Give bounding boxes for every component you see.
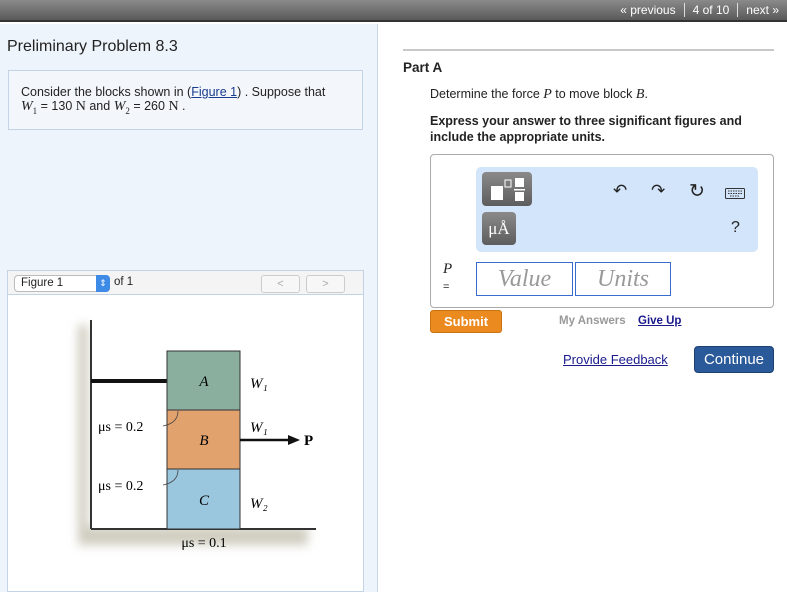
label-a: A xyxy=(198,374,209,390)
prev-figure-button[interactable]: < xyxy=(261,275,300,293)
next-link[interactable]: next » xyxy=(737,3,787,17)
problem-statement: Consider the blocks shown in (Figure 1) … xyxy=(8,70,363,130)
text: and xyxy=(85,99,114,113)
problem-nav: « previous 4 of 10 next » xyxy=(612,3,787,17)
math-toolbar: μÅ ↶ ↷ ↻ ? xyxy=(476,167,758,252)
fraction-template-icon xyxy=(491,178,525,201)
figure-panel: Figure 1 ⇕ of 1 < > A B C W₁ W₁ W₂ P μs =… xyxy=(7,270,364,592)
keyboard-icon[interactable] xyxy=(725,188,745,199)
w2-value: = 260 xyxy=(129,99,169,113)
label-p: P xyxy=(304,433,313,449)
submit-button[interactable]: Submit xyxy=(430,310,502,333)
position-indicator: 4 of 10 xyxy=(683,3,738,17)
label-mu-floor: μs = 0.1 xyxy=(181,536,226,551)
label-c: C xyxy=(199,493,210,509)
text: Consider the blocks shown in ( xyxy=(21,85,192,99)
text: . xyxy=(178,99,186,113)
figure-header: Figure 1 ⇕ of 1 < > xyxy=(8,271,363,295)
my-answers-label: My Answers xyxy=(559,315,626,327)
units-button[interactable]: μÅ xyxy=(482,212,516,245)
templates-button[interactable] xyxy=(482,172,532,206)
unit: N xyxy=(75,99,86,114)
answer-box: μÅ ↶ ↷ ↻ ? P = Value Units xyxy=(430,154,774,308)
figure-select[interactable]: Figure 1 ⇕ xyxy=(14,275,110,292)
figure-count: of 1 xyxy=(114,276,134,288)
select-arrows-icon: ⇕ xyxy=(96,275,110,292)
label-mu-ab: μs = 0.2 xyxy=(98,420,143,435)
top-bar: « previous 4 of 10 next » xyxy=(0,0,787,22)
value-input[interactable]: Value xyxy=(476,262,573,296)
redo-icon[interactable]: ↷ xyxy=(651,181,665,201)
previous-link[interactable]: « previous xyxy=(612,3,683,17)
blocks-figure: A B C W₁ W₁ W₂ P μs = 0.2 μs = 0.2 μs = … xyxy=(78,320,321,551)
continue-button[interactable]: Continue xyxy=(694,346,774,373)
give-up-link[interactable]: Give Up xyxy=(638,315,681,327)
divider xyxy=(403,49,774,51)
reset-icon[interactable]: ↻ xyxy=(689,180,705,203)
undo-icon[interactable]: ↶ xyxy=(613,181,627,201)
figure-link[interactable]: Figure 1 xyxy=(191,85,237,99)
w1-value: = 130 xyxy=(37,99,76,113)
problem-panel: Preliminary Problem 8.3 Consider the blo… xyxy=(0,24,378,592)
part-title: Part A xyxy=(403,60,443,75)
label-w1-a: W₁ xyxy=(250,376,268,392)
help-button[interactable]: ? xyxy=(731,219,740,237)
label-mu-bc: μs = 0.2 xyxy=(98,479,143,494)
label-w1-b: W₁ xyxy=(250,420,268,436)
label-w2: W₂ xyxy=(250,496,268,512)
next-figure-button[interactable]: > xyxy=(306,275,345,293)
equals-sign: = xyxy=(443,281,450,293)
unit: N xyxy=(168,99,179,114)
provide-feedback-link[interactable]: Provide Feedback xyxy=(563,352,668,367)
instructions: Express your answer to three significant… xyxy=(430,114,742,144)
answer-variable: P xyxy=(443,261,453,277)
units-input[interactable]: Units xyxy=(575,262,671,296)
w1-symbol: W1 xyxy=(21,99,38,116)
question: Determine the force P to move block B. xyxy=(430,87,648,102)
w2-symbol: W2 xyxy=(113,99,130,116)
text: ) . Suppose that xyxy=(237,85,326,99)
label-b: B xyxy=(199,433,208,449)
problem-title: Preliminary Problem 8.3 xyxy=(7,38,178,55)
